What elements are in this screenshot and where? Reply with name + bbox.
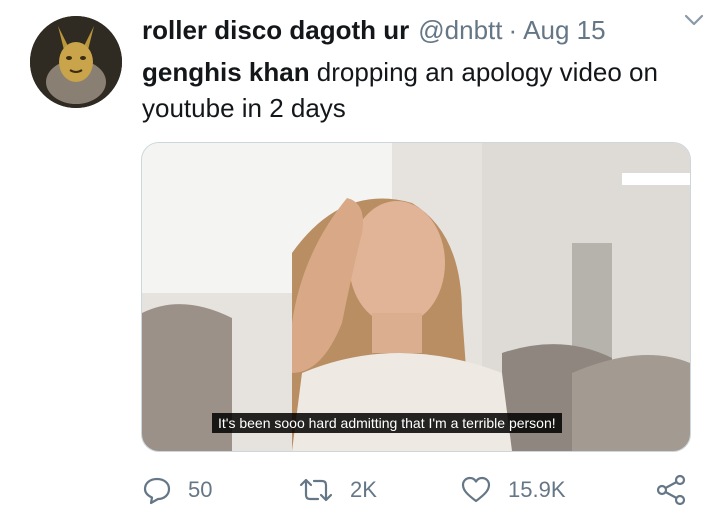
- reply-button[interactable]: 50: [142, 470, 212, 510]
- user-handle[interactable]: @dnbtt: [418, 15, 502, 46]
- chevron-down-icon[interactable]: [682, 10, 706, 30]
- display-name[interactable]: roller disco dagoth ur: [142, 15, 409, 46]
- like-button[interactable]: 15.9K: [460, 470, 566, 510]
- heart-icon: [461, 476, 491, 503]
- tweet-header: roller disco dagoth ur @dnbtt · Aug 15: [142, 12, 702, 48]
- tweet-text-bold: genghis khan: [142, 57, 310, 87]
- avatar[interactable]: [30, 16, 122, 108]
- separator: ·: [508, 14, 518, 45]
- retweet-count: 2K: [350, 477, 377, 502]
- like-count: 15.9K: [508, 477, 566, 502]
- share-button[interactable]: [654, 470, 704, 510]
- retweet-icon: [299, 478, 333, 502]
- reply-icon: [143, 477, 171, 505]
- tweet-actions: 50 2K 15.9K: [142, 470, 702, 510]
- share-icon: [656, 474, 686, 506]
- tweet-text: genghis khan dropping an apology video o…: [142, 54, 702, 126]
- media-image: [142, 143, 690, 451]
- tweet-date[interactable]: Aug 15: [523, 15, 605, 46]
- tweet-media[interactable]: It's been sooo hard admitting that I'm a…: [141, 142, 691, 452]
- retweet-button[interactable]: 2K: [298, 470, 377, 510]
- video-caption: It's been sooo hard admitting that I'm a…: [212, 413, 562, 433]
- reply-count: 50: [188, 477, 213, 502]
- mask-icon: [30, 16, 122, 108]
